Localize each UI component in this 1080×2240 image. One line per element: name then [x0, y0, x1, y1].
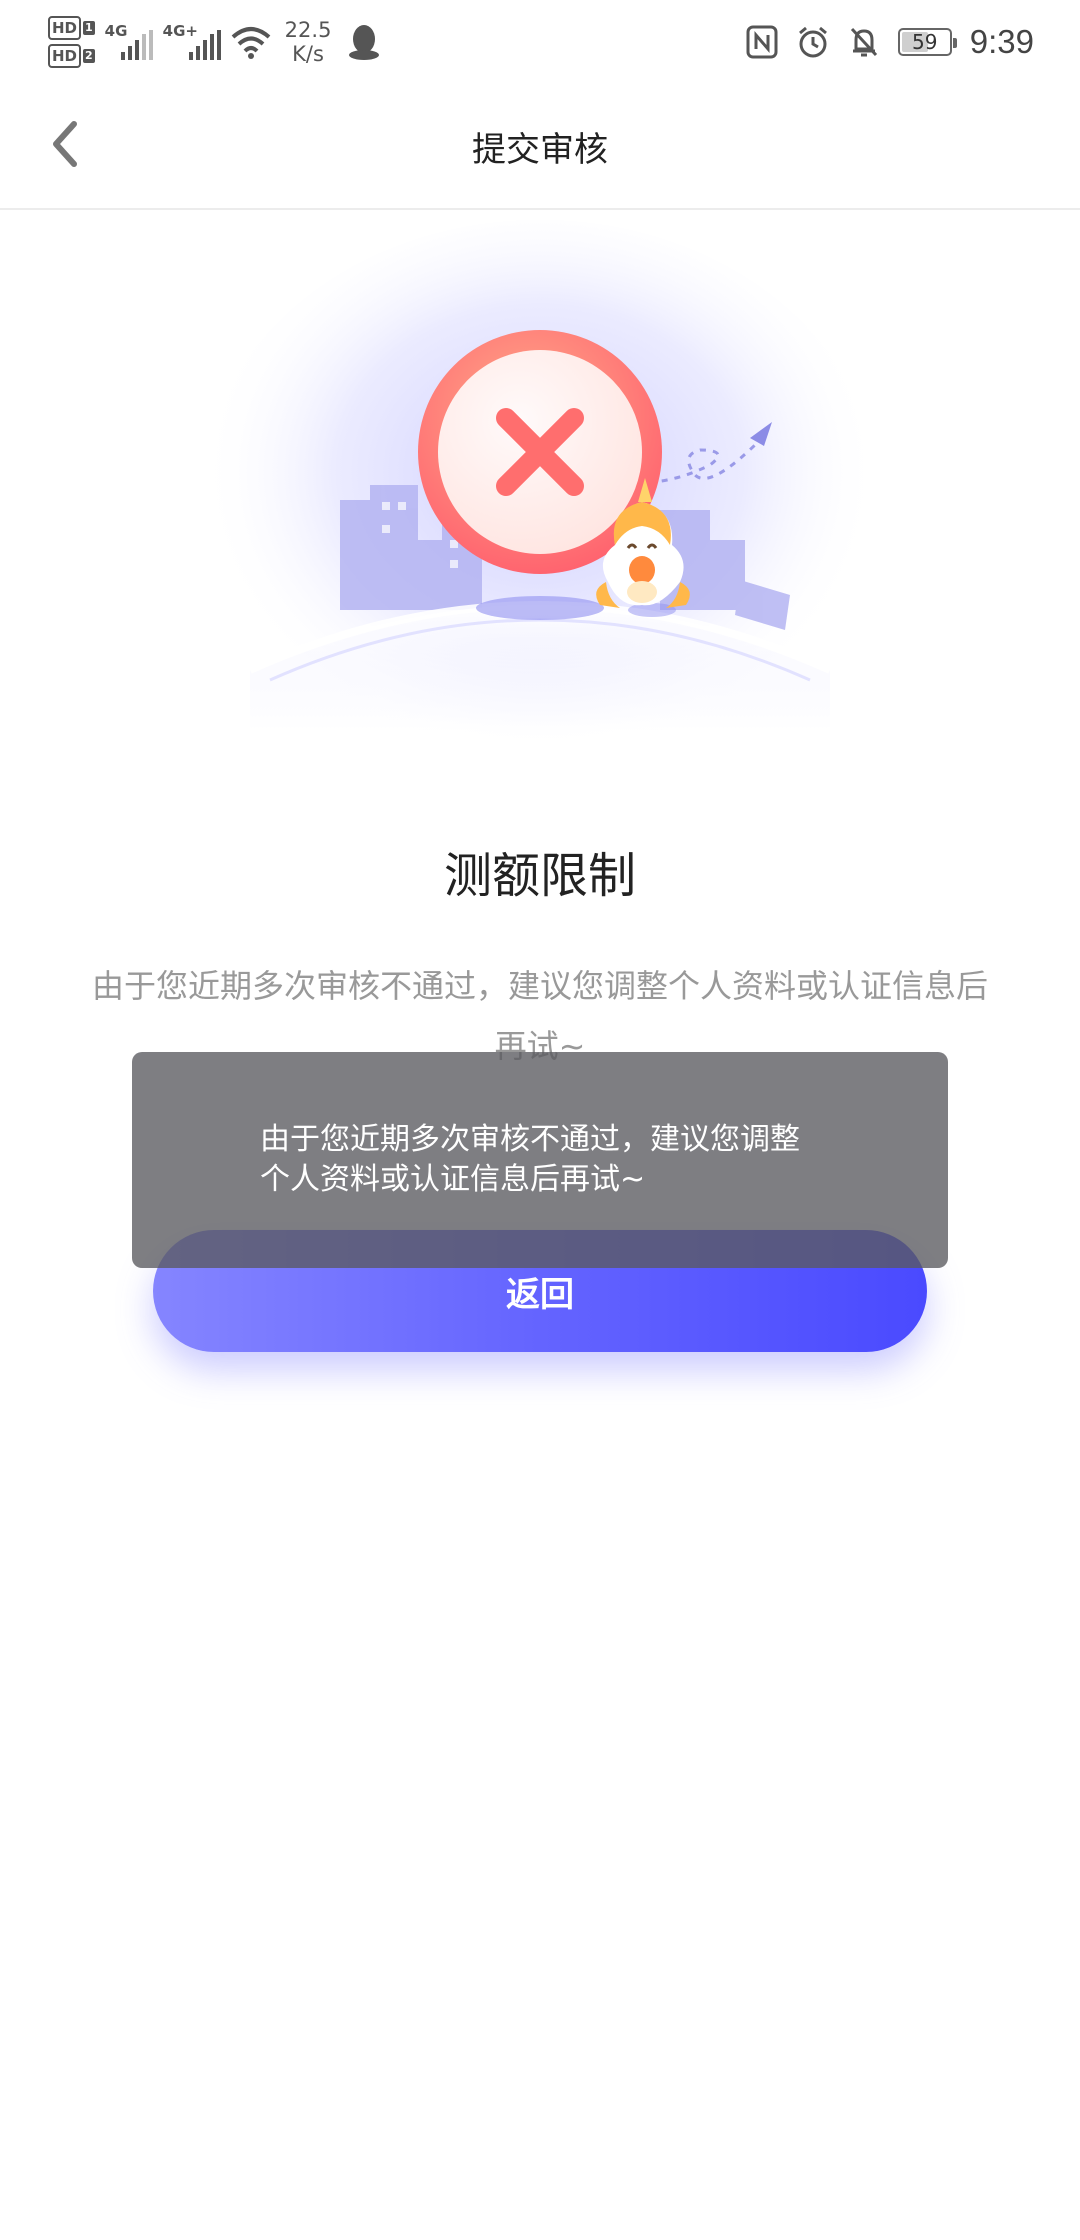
signal-icon: 4G+: [163, 22, 221, 62]
toast-message: 由于您近期多次审核不通过，建议您调整个人资料或认证信息后再试~: [260, 1122, 800, 1197]
network-speed: 22.5 K/s: [285, 18, 332, 66]
status-bar: HD 1 HD 2 4G 4G+ 22.5 K/s 59 9:39: [0, 0, 1080, 84]
hd-icon: HD 1 HD 2: [48, 16, 95, 68]
result-title: 测额限制: [443, 848, 636, 904]
battery-level: 59: [912, 30, 938, 54]
toast: 由于您近期多次审核不通过，建议您调整个人资料或认证信息后再试~: [132, 1052, 948, 1268]
page-title: 提交审核: [472, 130, 608, 170]
battery-icon: 59: [897, 28, 957, 56]
sim2-slot: 2: [83, 49, 95, 63]
speed-value: 22.5: [284, 18, 332, 42]
signal-icon: 4G: [105, 22, 153, 62]
nfc-icon: [746, 25, 778, 59]
status-left: HD 1 HD 2 4G 4G+ 22.5 K/s: [48, 10, 381, 74]
sim1-slot: 1: [83, 21, 95, 35]
status-right: 59 9:39: [746, 10, 1034, 74]
sim2-hd-badge: HD 2: [48, 44, 95, 68]
sim2-hd-label: HD: [48, 44, 82, 68]
nav-bar: 提交审核: [0, 84, 1080, 210]
error-illustration: [190, 210, 890, 800]
sim1-hd-badge: HD 1: [48, 16, 95, 40]
wifi-icon: [231, 27, 270, 59]
screen: HD 1 HD 2 4G 4G+ 22.5 K/s 59 9:39 提交审核 测…: [0, 0, 1080, 2240]
speed-unit: K/s: [292, 42, 324, 66]
clock: 9:39: [969, 23, 1034, 60]
mute-bell-icon: [850, 27, 877, 57]
sim1-hd-label: HD: [48, 16, 82, 40]
alarm-icon: [798, 26, 827, 58]
qq-icon: [349, 25, 380, 60]
